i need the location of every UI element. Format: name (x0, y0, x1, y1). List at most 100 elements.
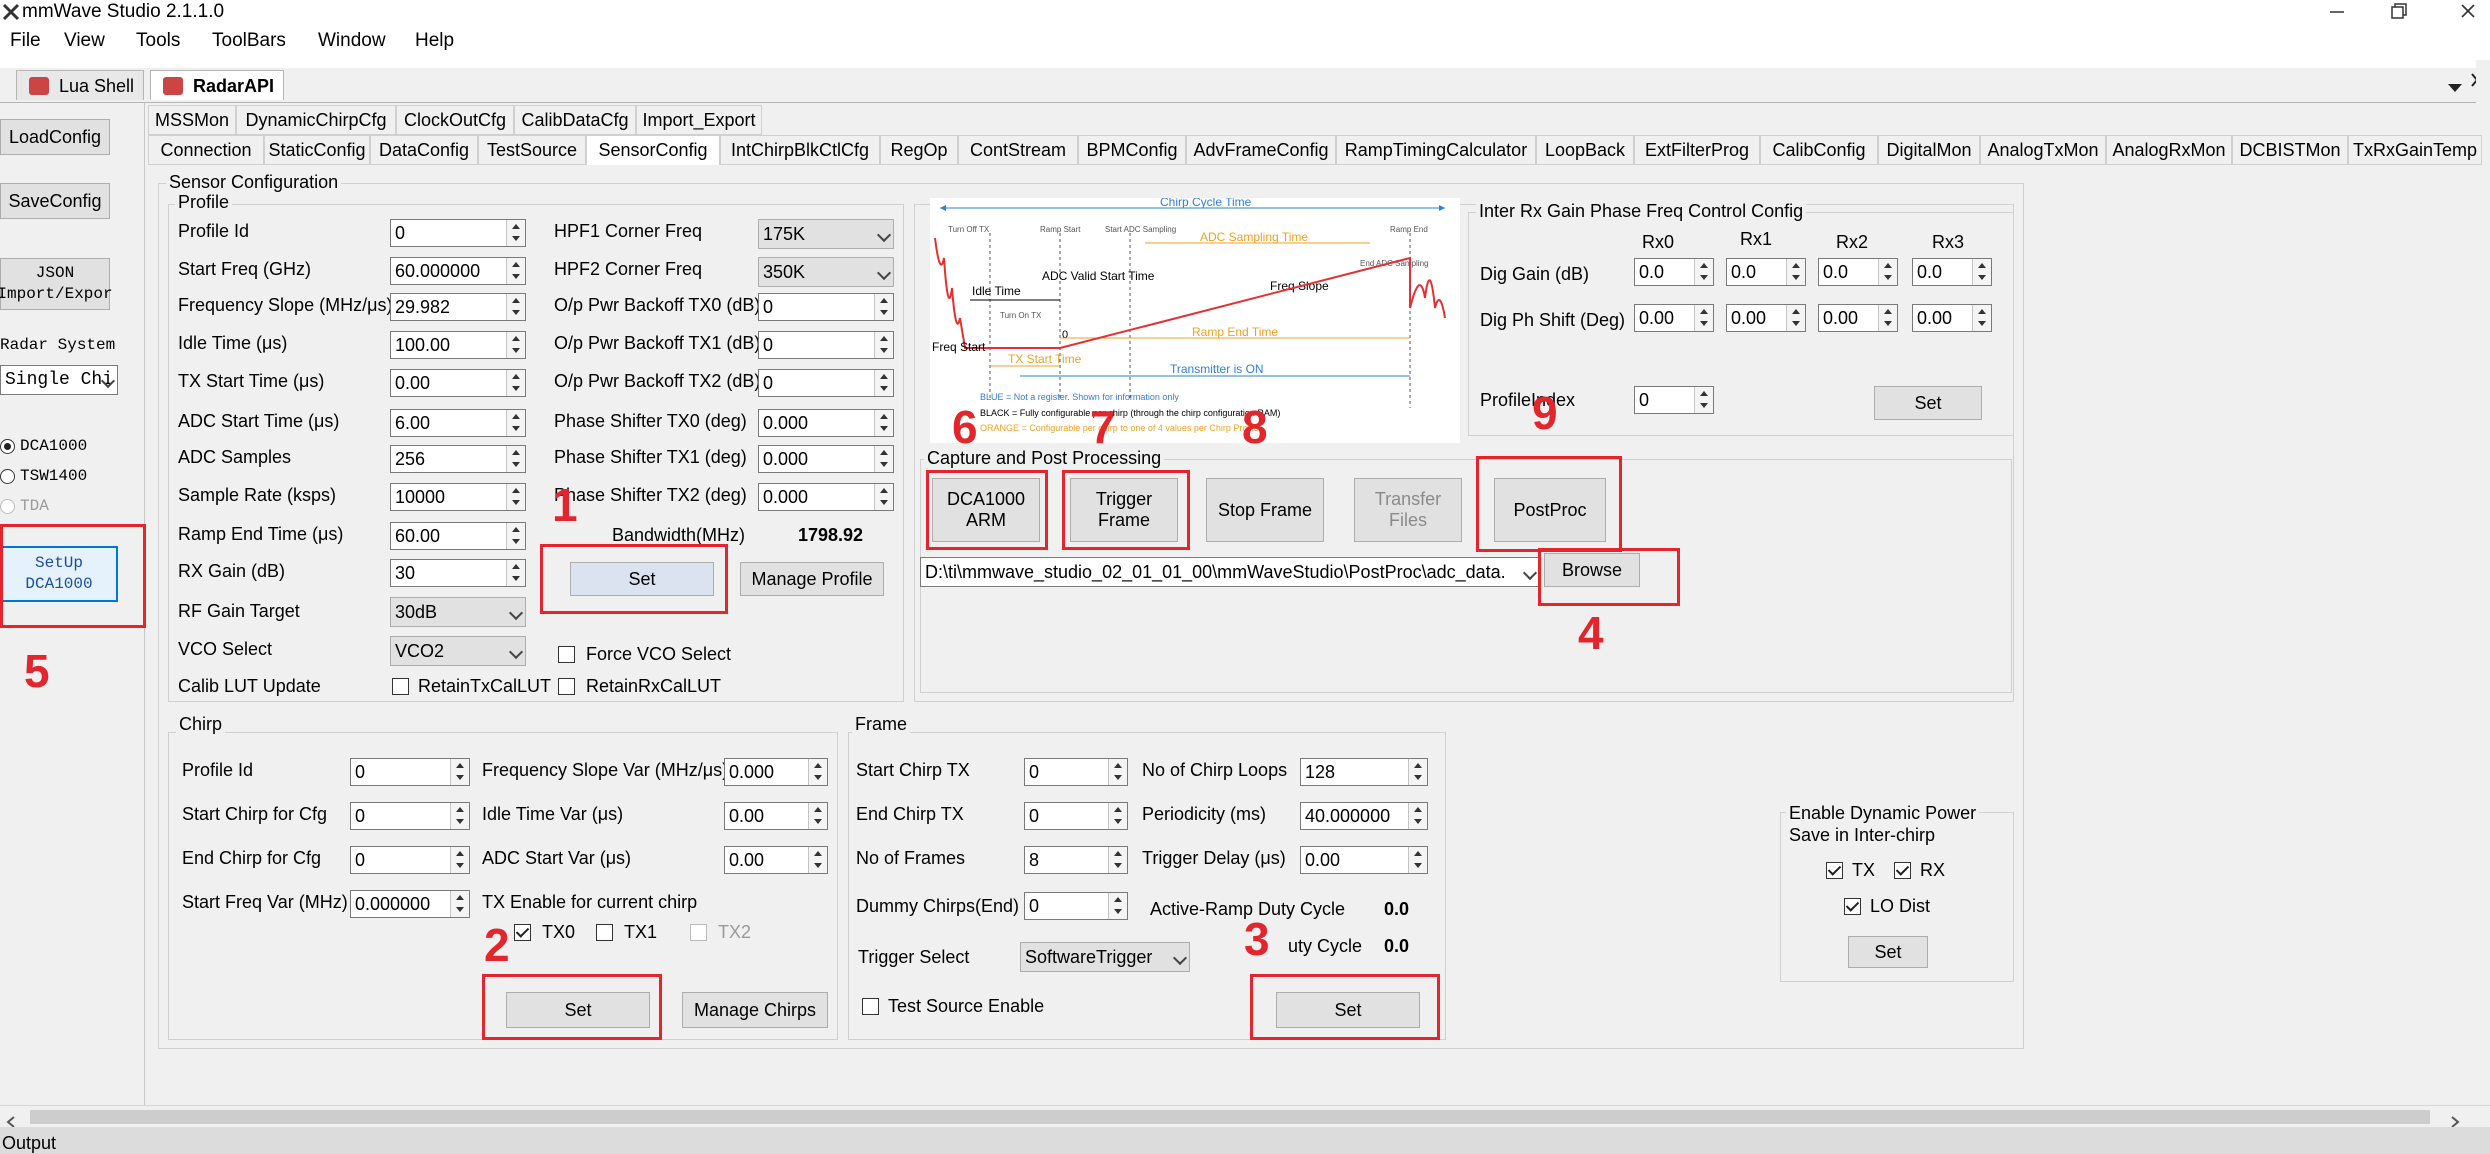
retain-rx-cal-lut-checkbox[interactable] (558, 678, 575, 695)
spin-arrows-icon[interactable] (1108, 759, 1127, 785)
tab-bpmconfig[interactable]: BPMConfig (1078, 135, 1186, 165)
tab-radarapi[interactable]: RadarAPI (150, 70, 284, 100)
periodicity-input[interactable]: 40.000000 (1300, 802, 1428, 830)
spin-arrows-icon[interactable] (874, 294, 893, 320)
tab-calibdatacfg[interactable]: CalibDataCfg (514, 105, 636, 135)
spin-arrows-icon[interactable] (1878, 305, 1897, 331)
tab-digitalmon[interactable]: DigitalMon (1878, 135, 1980, 165)
spin-arrows-icon[interactable] (506, 220, 525, 246)
adc-samples-input[interactable]: 256 (390, 445, 526, 473)
tab-analogtxmon[interactable]: AnalogTxMon (1980, 135, 2106, 165)
spin-arrows-icon[interactable] (1878, 259, 1897, 285)
tx1-checkbox[interactable] (596, 924, 613, 941)
spin-arrows-icon[interactable] (874, 446, 893, 472)
start-freq-var-input[interactable]: 0.000000 (350, 890, 470, 918)
tab-intchirpblkctlcfg[interactable]: IntChirpBlkCtlCfg (720, 135, 880, 165)
horizontal-scrollbar[interactable] (0, 1105, 2490, 1128)
dummy-chirps-input[interactable]: 0 (1024, 892, 1128, 920)
save-config-button[interactable]: SaveConfig (0, 183, 110, 219)
dig-ph-rx1-input[interactable]: 0.00 (1726, 304, 1806, 332)
pwr-backoff-tx2-input[interactable]: 0 (758, 369, 894, 397)
tab-testsource[interactable]: TestSource (478, 135, 586, 165)
spin-arrows-icon[interactable] (1108, 803, 1127, 829)
tab-connection[interactable]: Connection (148, 135, 264, 165)
chirp-profile-id-input[interactable]: 0 (350, 758, 470, 786)
spin-arrows-icon[interactable] (1972, 305, 1991, 331)
adc-data-path-select[interactable]: D:\ti\mmwave_studio_02_01_01_00\mmWaveSt… (920, 557, 1540, 587)
tab-regop[interactable]: RegOp (880, 135, 958, 165)
dig-gain-rx0-input[interactable]: 0.0 (1634, 258, 1714, 286)
spin-arrows-icon[interactable] (506, 370, 525, 396)
tab-dcbistmon[interactable]: DCBISTMon (2232, 135, 2348, 165)
dig-ph-rx2-input[interactable]: 0.00 (1818, 304, 1898, 332)
spin-arrows-icon[interactable] (450, 759, 469, 785)
spin-arrows-icon[interactable] (1694, 259, 1713, 285)
menu-help[interactable]: Help (415, 30, 454, 52)
hpf1-select[interactable]: 175K (758, 219, 894, 249)
spin-arrows-icon[interactable] (1786, 259, 1805, 285)
pwr-backoff-tx0-input[interactable]: 0 (758, 293, 894, 321)
tab-calibconfig[interactable]: CalibConfig (1760, 135, 1878, 165)
menu-window[interactable]: Window (318, 30, 386, 52)
freq-slope-var-input[interactable]: 0.000 (724, 758, 828, 786)
rx-gain-input[interactable]: 30 (390, 559, 526, 587)
no-of-chirp-loops-input[interactable]: 128 (1300, 758, 1428, 786)
spin-arrows-icon[interactable] (506, 258, 525, 284)
radio-tda[interactable] (0, 499, 15, 514)
spin-arrows-icon[interactable] (450, 803, 469, 829)
no-of-frames-input[interactable]: 8 (1024, 846, 1128, 874)
dig-gain-rx3-input[interactable]: 0.0 (1912, 258, 1992, 286)
dig-gain-rx1-input[interactable]: 0.0 (1726, 258, 1806, 286)
tab-staticconfig[interactable]: StaticConfig (264, 135, 370, 165)
start-chirp-tx-input[interactable]: 0 (1024, 758, 1128, 786)
phase-shifter-tx0-input[interactable]: 0.000 (758, 409, 894, 437)
spin-arrows-icon[interactable] (1408, 759, 1427, 785)
retain-tx-cal-lut-checkbox[interactable] (392, 678, 409, 695)
adc-start-time-input[interactable]: 6.00 (390, 409, 526, 437)
tab-contstream[interactable]: ContStream (958, 135, 1078, 165)
menu-view[interactable]: View (64, 30, 105, 52)
menu-toolbars[interactable]: ToolBars (212, 30, 286, 52)
profile-id-input[interactable]: 0 (390, 219, 526, 247)
dig-gain-rx2-input[interactable]: 0.0 (1818, 258, 1898, 286)
end-chirp-tx-input[interactable]: 0 (1024, 802, 1128, 830)
spin-arrows-icon[interactable] (506, 332, 525, 358)
tab-dynamicchirpcfg[interactable]: DynamicChirpCfg (236, 105, 396, 135)
spin-arrows-icon[interactable] (1694, 387, 1713, 413)
spin-arrows-icon[interactable] (808, 847, 827, 873)
json-import-export-button[interactable]: JSON Import/Expor (0, 258, 113, 310)
spin-arrows-icon[interactable] (506, 560, 525, 586)
lo-dist-checkbox[interactable] (1844, 898, 1861, 915)
rf-gain-target-select[interactable]: 30dB (390, 597, 526, 627)
tab-mssmon[interactable]: MSSMon (148, 105, 236, 135)
spin-arrows-icon[interactable] (1108, 893, 1127, 919)
stop-frame-button[interactable]: Stop Frame (1206, 478, 1324, 542)
dyn-tx-checkbox[interactable] (1826, 862, 1843, 879)
tab-analogrxmon[interactable]: AnalogRxMon (2106, 135, 2232, 165)
phase-shifter-tx2-input[interactable]: 0.000 (758, 483, 894, 511)
tab-advframeconfig[interactable]: AdvFrameConfig (1186, 135, 1336, 165)
load-config-button[interactable]: LoadConfig (0, 119, 110, 155)
menu-file[interactable]: File (10, 30, 41, 52)
tx2-checkbox[interactable] (690, 924, 707, 941)
radio-dca1000[interactable] (0, 439, 15, 454)
dyn-rx-checkbox[interactable] (1894, 862, 1911, 879)
sample-rate-input[interactable]: 10000 (390, 483, 526, 511)
close-icon[interactable] (2450, 0, 2486, 24)
tab-lua-shell[interactable]: Lua Shell (16, 70, 144, 100)
ramp-end-time-input[interactable]: 60.00 (390, 522, 526, 550)
tab-dropdown-icon[interactable] (2448, 78, 2462, 99)
dig-ph-rx0-input[interactable]: 0.00 (1634, 304, 1714, 332)
trigger-delay-input[interactable]: 0.00 (1300, 846, 1428, 874)
tab-clockoutcfg[interactable]: ClockOutCfg (396, 105, 514, 135)
tab-dataconfig[interactable]: DataConfig (370, 135, 478, 165)
trigger-select[interactable]: SoftwareTrigger (1020, 942, 1190, 972)
tx0-checkbox[interactable] (514, 924, 531, 941)
spin-arrows-icon[interactable] (874, 332, 893, 358)
hpf2-select[interactable]: 350K (758, 257, 894, 287)
manage-profile-button[interactable]: Manage Profile (740, 562, 884, 596)
radar-system-select[interactable]: Single Chi (0, 365, 118, 395)
spin-arrows-icon[interactable] (506, 446, 525, 472)
tab-sensorconfig[interactable]: SensorConfig (586, 135, 720, 165)
spin-arrows-icon[interactable] (874, 370, 893, 396)
